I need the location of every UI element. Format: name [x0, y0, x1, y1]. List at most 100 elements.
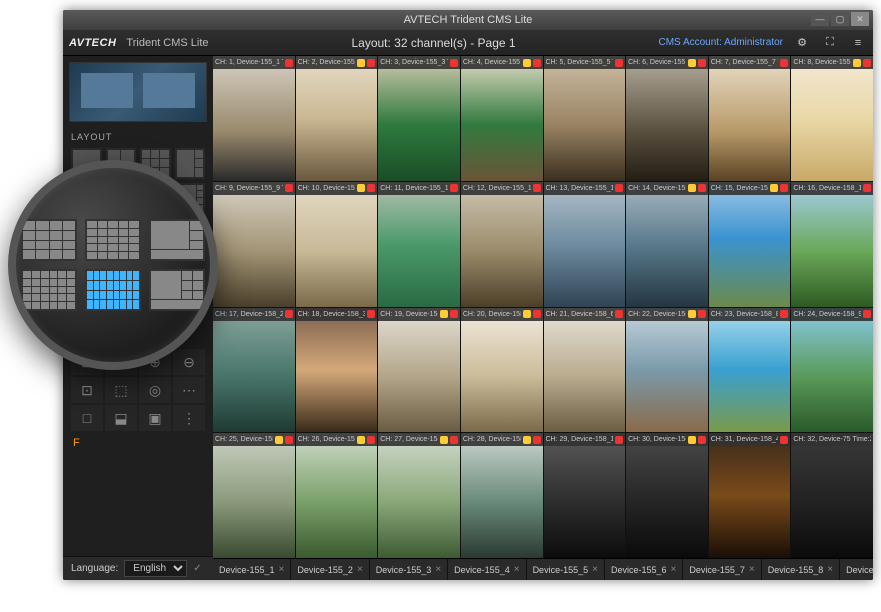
camera-cell-29[interactable]: CH: 29, Device-158_15	[544, 433, 626, 558]
camera-label: CH: 12, Device-155_12	[461, 182, 543, 195]
camera-cell-3[interactable]: CH: 3, Device-155_3 Tit	[378, 56, 460, 181]
motion-icon	[688, 310, 696, 318]
record-icon	[863, 59, 871, 67]
close-button[interactable]: ✕	[851, 12, 869, 26]
camera-label: CH: 10, Device-155	[296, 182, 378, 195]
camera-cell-10[interactable]: CH: 10, Device-155	[296, 182, 378, 307]
tab-close-icon[interactable]: ×	[435, 564, 441, 575]
camera-cell-2[interactable]: CH: 2, Device-155	[296, 56, 378, 181]
camera-cell-11[interactable]: CH: 11, Device-155_11	[378, 182, 460, 307]
camera-cell-23[interactable]: CH: 23, Device-158_8 Ti	[709, 308, 791, 433]
camera-cell-28[interactable]: CH: 28, Device-158	[461, 433, 543, 558]
record-status: F	[63, 435, 213, 451]
product-name: Trident CMS Lite	[126, 37, 208, 49]
camera-label: CH: 13, Device-155_13	[544, 182, 626, 195]
record-icon	[533, 310, 541, 318]
camera-label: CH: 7, Device-155_7 Tit	[709, 56, 791, 69]
camera-cell-22[interactable]: CH: 22, Device-158	[626, 308, 708, 433]
camera-label: CH: 4, Device-155	[461, 56, 543, 69]
camera-cell-16[interactable]: CH: 16, Device-158_1 Ti	[791, 182, 873, 307]
camera-cell-19[interactable]: CH: 19, Device-158	[378, 308, 460, 433]
camera-cell-27[interactable]: CH: 27, Device-158	[378, 433, 460, 558]
maximize-button[interactable]: ▢	[831, 12, 849, 26]
tab-close-icon[interactable]: ×	[279, 564, 285, 575]
camera-label: CH: 17, Device-158_2 Ti	[213, 308, 295, 321]
camera-label: CH: 6, Device-155	[626, 56, 708, 69]
camera-cell-32[interactable]: CH: 32, Device-75 Time:2	[791, 433, 873, 558]
camera-cell-18[interactable]: CH: 18, Device-158_3 Ti	[296, 308, 378, 433]
tool-button-6[interactable]: ◎	[139, 377, 171, 403]
menu-icon[interactable]: ≡	[849, 34, 867, 52]
camera-label: CH: 14, Device-155	[626, 182, 708, 195]
tool-button-3[interactable]: ⊖	[173, 349, 205, 375]
camera-cell-20[interactable]: CH: 20, Device-158	[461, 308, 543, 433]
camera-cell-9[interactable]: CH: 9, Device-155_9 Tit	[213, 182, 295, 307]
camera-cell-30[interactable]: CH: 30, Device-158	[626, 433, 708, 558]
tab-close-icon[interactable]: ×	[357, 564, 363, 575]
camera-cell-12[interactable]: CH: 12, Device-155_12	[461, 182, 543, 307]
camera-cell-7[interactable]: CH: 7, Device-155_7 Tit	[709, 56, 791, 181]
device-tab-2[interactable]: Device-155_2×	[291, 559, 369, 580]
record-icon	[367, 310, 375, 318]
camera-cell-31[interactable]: CH: 31, Device-158_4 Ti	[709, 433, 791, 558]
camera-label: CH: 24, Device-158_9 Ti	[791, 308, 873, 321]
camera-grid: CH: 1, Device-155_1 TitCH: 2, Device-155…	[213, 56, 873, 558]
camera-label: CH: 3, Device-155_3 Tit	[378, 56, 460, 69]
device-tab-1[interactable]: Device-155_1×	[213, 559, 291, 580]
record-icon	[450, 59, 458, 67]
account-link[interactable]: CMS Account: Administrator	[659, 37, 784, 48]
zoom-layout-1-7	[149, 219, 205, 261]
camera-cell-6[interactable]: CH: 6, Device-155	[626, 56, 708, 181]
camera-cell-13[interactable]: CH: 13, Device-155_13	[544, 182, 626, 307]
camera-cell-15[interactable]: CH: 15, Device-155	[709, 182, 791, 307]
camera-label: CH: 22, Device-158	[626, 308, 708, 321]
device-tab-9[interactable]: Device-155_9×	[840, 559, 873, 580]
record-icon	[780, 184, 788, 192]
tool-button-5[interactable]: ⬚	[105, 377, 137, 403]
motion-icon	[688, 436, 696, 444]
camera-cell-24[interactable]: CH: 24, Device-158_9 Ti	[791, 308, 873, 433]
tab-close-icon[interactable]: ×	[514, 564, 520, 575]
device-tab-8[interactable]: Device-155_8×	[762, 559, 840, 580]
record-icon	[285, 184, 293, 192]
language-apply-icon[interactable]: ✓	[193, 563, 201, 574]
fullscreen-icon[interactable]: ⛶	[821, 34, 839, 52]
tool-button-7[interactable]: ⋯	[173, 377, 205, 403]
device-tab-7[interactable]: Device-155_7×	[683, 559, 761, 580]
preview-thumbnail[interactable]	[69, 62, 207, 122]
tool-button-9[interactable]: ⬓	[105, 405, 137, 431]
record-icon	[698, 436, 706, 444]
camera-cell-5[interactable]: CH: 5, Device-155_5 Tit	[544, 56, 626, 181]
tool-button-8[interactable]: □	[71, 405, 103, 431]
camera-cell-25[interactable]: CH: 25, Device-158	[213, 433, 295, 558]
motion-icon	[440, 310, 448, 318]
layout-1-5[interactable]	[175, 148, 206, 179]
tab-close-icon[interactable]: ×	[749, 564, 755, 575]
camera-label: CH: 29, Device-158_15	[544, 433, 626, 446]
camera-cell-26[interactable]: CH: 26, Device-158	[296, 433, 378, 558]
motion-icon	[357, 59, 365, 67]
camera-cell-4[interactable]: CH: 4, Device-155	[461, 56, 543, 181]
camera-cell-14[interactable]: CH: 14, Device-155	[626, 182, 708, 307]
window-title: AVTECH Trident CMS Lite	[404, 14, 533, 26]
device-tab-5[interactable]: Device-155_5×	[527, 559, 605, 580]
device-tab-3[interactable]: Device-155_3×	[370, 559, 448, 580]
camera-cell-21[interactable]: CH: 21, Device-158_6 Ti	[544, 308, 626, 433]
tab-close-icon[interactable]: ×	[827, 564, 833, 575]
camera-label: CH: 19, Device-158	[378, 308, 460, 321]
camera-label: CH: 30, Device-158	[626, 433, 708, 446]
tab-close-icon[interactable]: ×	[671, 564, 677, 575]
tool-button-10[interactable]: ▣	[139, 405, 171, 431]
minimize-button[interactable]: —	[811, 12, 829, 26]
language-select[interactable]: English	[124, 560, 187, 577]
record-icon	[615, 310, 623, 318]
settings-icon[interactable]: ⚙	[793, 34, 811, 52]
camera-cell-8[interactable]: CH: 8, Device-155	[791, 56, 873, 181]
tool-button-4[interactable]: ⊡	[71, 377, 103, 403]
device-tab-4[interactable]: Device-155_4×	[448, 559, 526, 580]
tab-close-icon[interactable]: ×	[592, 564, 598, 575]
camera-cell-17[interactable]: CH: 17, Device-158_2 Ti	[213, 308, 295, 433]
tool-button-11[interactable]: ⋮	[173, 405, 205, 431]
camera-cell-1[interactable]: CH: 1, Device-155_1 Tit	[213, 56, 295, 181]
device-tab-6[interactable]: Device-155_6×	[605, 559, 683, 580]
